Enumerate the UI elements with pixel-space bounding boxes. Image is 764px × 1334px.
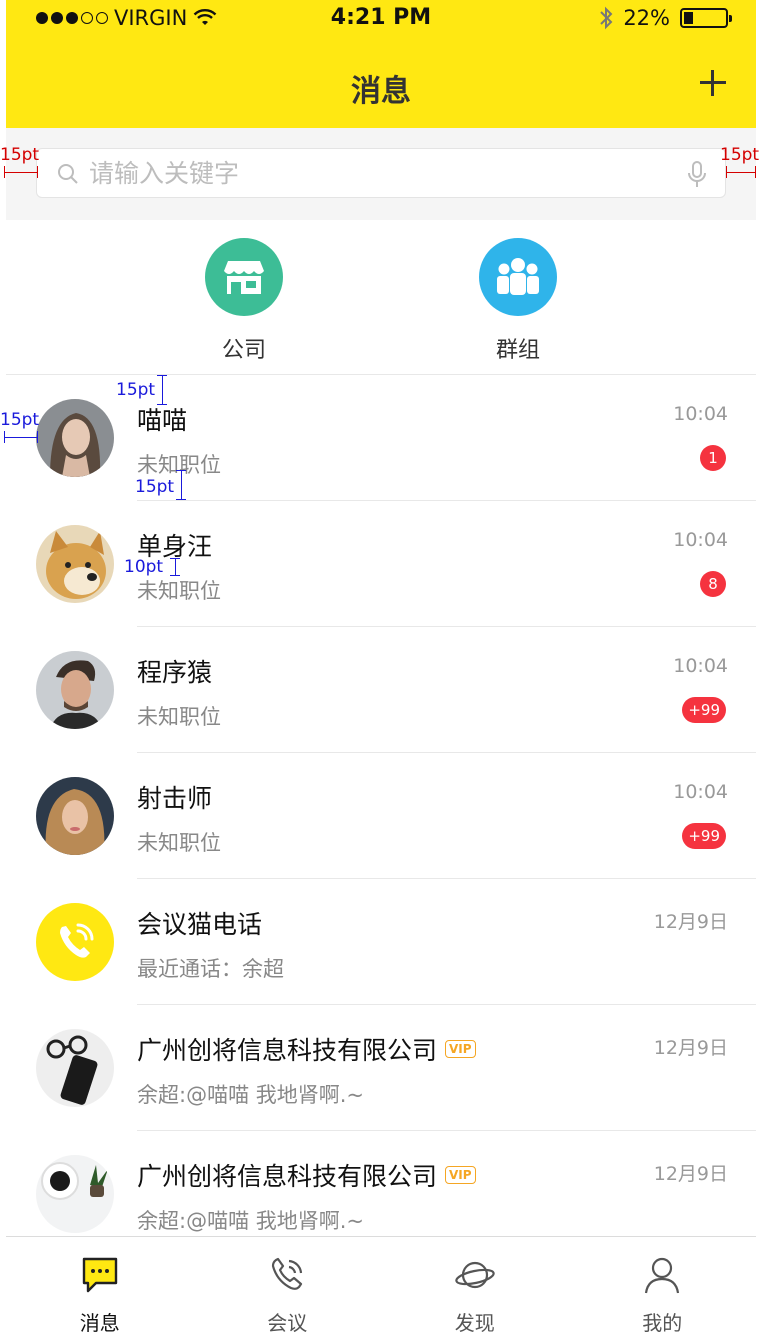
- search-box[interactable]: [36, 148, 726, 198]
- quick-entries: 公司 群组: [6, 220, 756, 375]
- annotation-line: [162, 375, 163, 405]
- annotation-tick: [37, 166, 38, 178]
- tab-label: 我的: [642, 1311, 683, 1334]
- avatar: [36, 399, 114, 477]
- store-icon: [205, 238, 283, 316]
- bluetooth-icon: [600, 6, 613, 30]
- annotation-tick: [157, 375, 167, 376]
- annotation-search-right: 15pt: [720, 145, 760, 165]
- annotation-search-left: 15pt: [0, 145, 40, 165]
- conversation-row[interactable]: 射击师 未知职位 10:04 +99: [6, 753, 756, 879]
- conversation-row[interactable]: 单身汪 未知职位 10:04 8: [6, 501, 756, 627]
- conversation-subtitle: 余超:@喵喵 我地肾啊.~: [137, 1209, 365, 1233]
- annotation-line: [726, 172, 756, 173]
- avatar: [36, 525, 114, 603]
- status-bar: VIRGIN 4:21 PM 22%: [6, 0, 756, 40]
- avatar: [36, 1029, 114, 1107]
- annotation-avatar-left: 15pt: [0, 410, 40, 430]
- annotation-tick: [4, 431, 5, 443]
- app-screen: VIRGIN 4:21 PM 22% 消息 请输入关键字 公司 群组 喵喵 未知…: [6, 0, 756, 1334]
- phone-call-icon: [36, 903, 114, 981]
- quick-entry-label: 群组: [495, 338, 540, 363]
- tab-discover[interactable]: 发现: [381, 1237, 569, 1334]
- avatar: [36, 777, 114, 855]
- conversation-subtitle: 未知职位: [137, 831, 221, 855]
- tab-profile[interactable]: 我的: [569, 1237, 757, 1334]
- annotation-row-top: 15pt: [116, 380, 156, 400]
- tab-messages[interactable]: 消息: [6, 1237, 194, 1334]
- conversation-name: 广州创将信息科技有限公司 VIP: [137, 1157, 476, 1193]
- conversation-name: 射击师: [137, 784, 213, 813]
- top-bar: VIRGIN 4:21 PM 22% 消息: [6, 0, 756, 128]
- annotation-line: [181, 470, 182, 500]
- conversation-row[interactable]: 程序猿 未知职位 10:04 +99: [6, 627, 756, 753]
- annotation-tick: [157, 404, 167, 405]
- unread-badge: 1: [700, 445, 726, 471]
- search-icon: [58, 164, 78, 184]
- group-icon: [479, 238, 557, 316]
- vip-badge: VIP: [445, 1040, 476, 1058]
- conversation-name: 会议猫电话: [137, 910, 263, 939]
- search-input[interactable]: [89, 155, 669, 191]
- unread-badge: +99: [682, 697, 726, 723]
- conversation-time: 12月9日: [653, 911, 728, 933]
- conversation-name: 喵喵: [137, 406, 188, 435]
- conversation-time: 10:04: [673, 403, 728, 425]
- annotation-line: [4, 172, 38, 173]
- conversation-time: 12月9日: [653, 1037, 728, 1059]
- plus-icon[interactable]: [698, 68, 728, 98]
- unread-badge: +99: [682, 823, 726, 849]
- user-icon: [645, 1257, 680, 1294]
- annotation-name-sub-gap: 10pt: [124, 557, 164, 577]
- conversation-list: 喵喵 未知职位 10:04 1 单身汪 未知职位 10:04 8 程序猿 未知职…: [6, 375, 756, 1257]
- status-right: 22%: [599, 6, 732, 30]
- tab-bar: 消息 会议 发现 我的: [6, 1236, 756, 1334]
- conversation-time: 10:04: [673, 655, 728, 677]
- conversation-subtitle: 未知职位: [137, 705, 221, 729]
- annotation-line: [175, 558, 176, 576]
- mic-icon[interactable]: [687, 161, 707, 189]
- annotation-tick: [37, 431, 38, 443]
- annotation-tick: [4, 166, 5, 178]
- conversation-time: 12月9日: [653, 1163, 728, 1185]
- annotation-tick: [726, 166, 727, 178]
- conversation-name: 程序猿: [137, 658, 213, 687]
- battery-icon: [680, 8, 732, 28]
- unread-badge: 8: [700, 571, 726, 597]
- page-title: 消息: [351, 74, 411, 109]
- tab-meeting[interactable]: 会议: [194, 1237, 382, 1334]
- quick-entry-group[interactable]: 群组: [458, 238, 578, 364]
- tab-label: 发现: [454, 1311, 495, 1334]
- conversation-name: 广州创将信息科技有限公司 VIP: [137, 1031, 476, 1067]
- conversation-time: 10:04: [673, 781, 728, 803]
- battery-percent: 22%: [623, 6, 670, 30]
- conversation-row[interactable]: 会议猫电话 最近通话：余超 12月9日: [6, 879, 756, 1005]
- message-icon: [82, 1257, 117, 1293]
- annotation-avatar-text-gap: 15pt: [135, 477, 175, 497]
- vip-badge: VIP: [445, 1166, 476, 1184]
- annotation-tick: [170, 575, 180, 576]
- phone-icon: [272, 1257, 303, 1290]
- conversation-subtitle: 未知职位: [137, 453, 221, 477]
- quick-entry-company[interactable]: 公司: [184, 238, 304, 364]
- avatar: [36, 651, 114, 729]
- conversation-subtitle: 余超:@喵喵 我地肾啊.~: [137, 1083, 365, 1107]
- annotation-line: [4, 437, 38, 438]
- avatar: [36, 1155, 114, 1233]
- conversation-subtitle: 未知职位: [137, 579, 221, 603]
- annotation-tick: [170, 558, 180, 559]
- search-bar: [6, 128, 756, 220]
- annotation-tick: [755, 166, 756, 178]
- conversation-subtitle: 最近通话：余超: [137, 957, 284, 981]
- annotation-tick: [176, 470, 186, 471]
- tab-label: 会议: [267, 1311, 308, 1334]
- planet-icon: [455, 1261, 495, 1289]
- annotation-tick: [176, 499, 186, 500]
- quick-entry-label: 公司: [221, 338, 266, 363]
- tab-label: 消息: [79, 1311, 120, 1334]
- conversation-time: 10:04: [673, 529, 728, 551]
- conversation-row[interactable]: 广州创将信息科技有限公司 VIP 余超:@喵喵 我地肾啊.~ 12月9日: [6, 1005, 756, 1131]
